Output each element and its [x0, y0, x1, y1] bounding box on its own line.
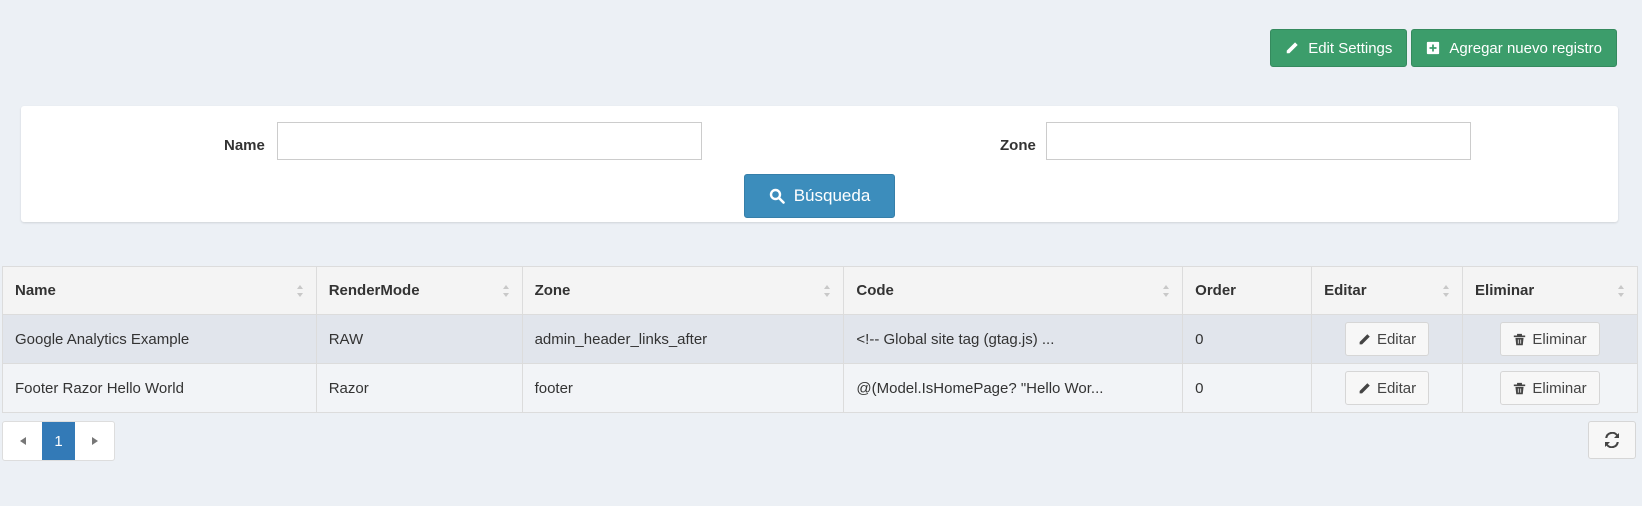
- caret-left-icon: [19, 437, 26, 445]
- pencil-icon: [1359, 382, 1370, 393]
- refresh-button[interactable]: [1588, 421, 1636, 459]
- column-header-label: RenderMode: [328, 282, 420, 299]
- sort-icon: [1163, 285, 1170, 297]
- cell-render-mode: Razor: [315, 363, 523, 413]
- top-actions: Edit Settings Agregar nuevo registro: [1270, 29, 1617, 67]
- cell-name: Footer Razor Hello World: [2, 363, 317, 413]
- edit-settings-button[interactable]: Edit Settings: [1270, 29, 1408, 67]
- column-header-label: Code: [856, 282, 894, 299]
- pencil-icon: [1359, 333, 1370, 344]
- name-search-input[interactable]: [277, 122, 702, 160]
- trash-icon: [1514, 333, 1526, 345]
- sort-icon: [296, 285, 303, 297]
- plus-square-icon: [1427, 41, 1440, 55]
- sort-icon: [1618, 285, 1624, 297]
- column-header-label: Order: [1195, 282, 1237, 299]
- edit-row-label: Editar: [1376, 379, 1417, 397]
- column-header-label: Eliminar: [1475, 282, 1535, 299]
- cell-delete: Eliminar: [1462, 314, 1638, 364]
- table-row: Footer Razor Hello World Razor footer @(…: [2, 363, 1638, 413]
- search-button[interactable]: Búsqueda: [744, 174, 895, 218]
- cell-zone: admin_header_links_after: [521, 314, 845, 364]
- cell-code: <!-- Global site tag (gtag.js) ...: [843, 314, 1184, 364]
- refresh-icon: [1605, 432, 1619, 448]
- cell-code: @(Model.IsHomePage? "Hello Wor...: [843, 363, 1184, 413]
- column-header-name[interactable]: Name: [2, 266, 317, 315]
- sort-icon: [502, 285, 509, 297]
- column-header-editar[interactable]: Editar: [1311, 266, 1464, 315]
- edit-row-label: Editar: [1376, 330, 1417, 348]
- cell-edit: Editar: [1311, 314, 1464, 364]
- prev-page-button[interactable]: [3, 422, 42, 460]
- records-table: Name RenderMode Zone Code Order Editar E…: [2, 266, 1638, 413]
- zone-field-label: Zone: [1000, 137, 1036, 154]
- sort-icon: [1443, 285, 1450, 297]
- cell-render-mode: RAW: [315, 314, 523, 364]
- pencil-icon: [1286, 42, 1298, 54]
- column-header-zone[interactable]: Zone: [521, 266, 845, 315]
- edit-row-button[interactable]: Editar: [1344, 371, 1430, 405]
- column-header-label: Name: [15, 282, 56, 299]
- edit-row-button[interactable]: Editar: [1344, 322, 1430, 356]
- zone-search-input[interactable]: [1046, 122, 1471, 160]
- delete-row-button[interactable]: Eliminar: [1500, 371, 1600, 405]
- table-row: Google Analytics Example RAW admin_heade…: [2, 314, 1638, 364]
- cell-edit: Editar: [1311, 363, 1464, 413]
- edit-settings-label: Edit Settings: [1308, 39, 1393, 57]
- delete-row-label: Eliminar: [1532, 330, 1587, 348]
- delete-row-label: Eliminar: [1532, 379, 1587, 397]
- search-button-label: Búsqueda: [793, 186, 871, 205]
- column-header-order[interactable]: Order: [1182, 266, 1313, 315]
- sort-icon: [824, 285, 831, 297]
- table-header-row: Name RenderMode Zone Code Order Editar E…: [2, 266, 1638, 315]
- column-header-rendermode[interactable]: RenderMode: [315, 266, 523, 315]
- name-field-label: Name: [224, 137, 265, 154]
- column-header-code[interactable]: Code: [843, 266, 1184, 315]
- delete-row-button[interactable]: Eliminar: [1500, 322, 1600, 356]
- next-page-button[interactable]: [75, 422, 114, 460]
- add-new-record-label: Agregar nuevo registro: [1449, 39, 1602, 57]
- cell-delete: Eliminar: [1462, 363, 1638, 413]
- cell-name: Google Analytics Example: [2, 314, 317, 364]
- cell-order: 0: [1182, 314, 1313, 364]
- add-new-record-button[interactable]: Agregar nuevo registro: [1411, 29, 1617, 67]
- column-header-eliminar[interactable]: Eliminar: [1462, 266, 1638, 315]
- column-header-label: Editar: [1324, 282, 1367, 299]
- pagination: 1: [2, 421, 115, 461]
- column-header-label: Zone: [534, 282, 571, 299]
- cell-order: 0: [1182, 363, 1313, 413]
- cell-zone: footer: [521, 363, 845, 413]
- search-icon: [769, 188, 785, 204]
- trash-icon: [1514, 382, 1526, 394]
- caret-right-icon: [91, 437, 98, 445]
- page-number-current[interactable]: 1: [42, 422, 75, 460]
- search-panel: Name Zone Búsqueda: [21, 106, 1618, 222]
